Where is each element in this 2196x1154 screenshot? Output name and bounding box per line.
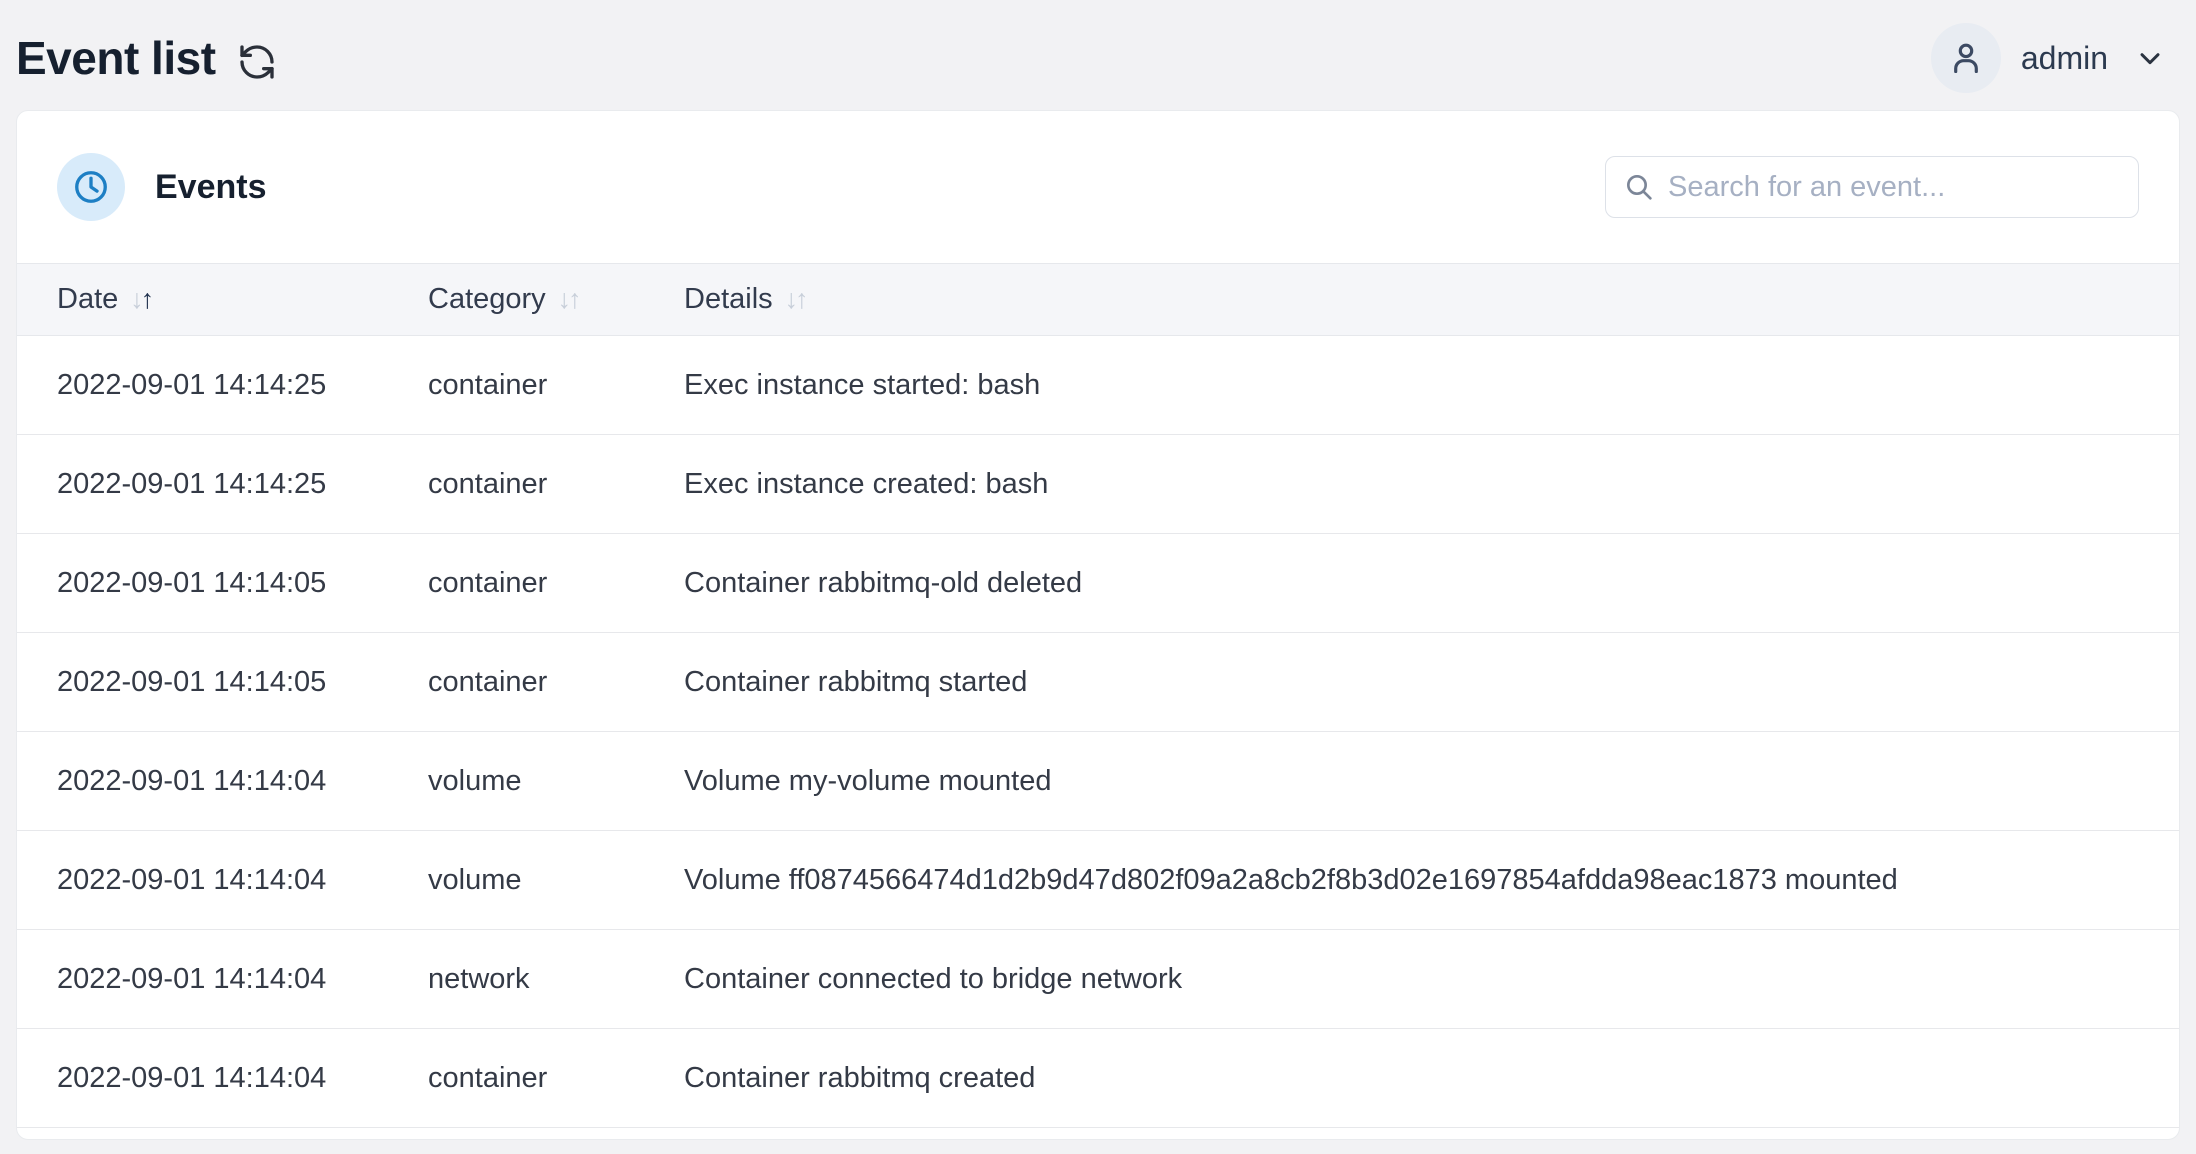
sort-icons: ↓ ↑ bbox=[558, 284, 582, 315]
table-row: 2022-09-01 14:14:04 volume Volume my-vol… bbox=[17, 732, 2179, 831]
table-row: 2022-09-01 14:14:05 container Container … bbox=[17, 633, 2179, 732]
cell-date: 2022-09-01 14:14:04 bbox=[17, 963, 428, 996]
cell-details: Container rabbitmq started bbox=[684, 666, 2179, 699]
cell-category: container bbox=[428, 1062, 684, 1095]
column-header-category[interactable]: Category ↓ ↑ bbox=[428, 283, 684, 316]
cell-category: container bbox=[428, 666, 684, 699]
cell-category: container bbox=[428, 369, 684, 402]
cell-category: volume bbox=[428, 864, 684, 897]
sort-icons: ↓ ↑ bbox=[130, 284, 154, 315]
events-card: Events Date ↓ ↑ Category ↓ ↑ bbox=[16, 110, 2180, 1140]
clock-icon bbox=[72, 168, 110, 206]
cell-date: 2022-09-01 14:14:04 bbox=[17, 1062, 428, 1095]
table-row: 2022-09-01 14:14:04 container Container … bbox=[17, 1029, 2179, 1128]
user-name: admin bbox=[2021, 40, 2108, 77]
cell-category: volume bbox=[428, 765, 684, 798]
cell-date: 2022-09-01 14:14:05 bbox=[17, 567, 428, 600]
cell-category: container bbox=[428, 468, 684, 501]
user-menu[interactable]: admin bbox=[1931, 23, 2166, 93]
refresh-icon bbox=[237, 42, 277, 82]
sort-asc-icon: ↑ bbox=[141, 284, 155, 315]
events-table-body: 2022-09-01 14:14:25 container Exec insta… bbox=[17, 336, 2179, 1128]
avatar bbox=[1931, 23, 2001, 93]
table-row: 2022-09-01 14:14:05 container Container … bbox=[17, 534, 2179, 633]
cell-date: 2022-09-01 14:14:05 bbox=[17, 666, 428, 699]
column-label: Details bbox=[684, 283, 773, 316]
sort-asc-icon: ↑ bbox=[568, 284, 582, 315]
refresh-button[interactable] bbox=[236, 41, 278, 83]
cell-category: container bbox=[428, 567, 684, 600]
page-title: Event list bbox=[16, 31, 216, 85]
cell-category: network bbox=[428, 963, 684, 996]
cell-details: Volume my-volume mounted bbox=[684, 765, 2179, 798]
column-header-details[interactable]: Details ↓ ↑ bbox=[684, 283, 2179, 316]
cell-details: Container rabbitmq-old deleted bbox=[684, 567, 2179, 600]
column-header-date[interactable]: Date ↓ ↑ bbox=[17, 283, 428, 316]
cell-details: Volume ff0874566474d1d2b9d47d802f09a2a8c… bbox=[684, 864, 2179, 897]
cell-details: Exec instance started: bash bbox=[684, 369, 2179, 402]
page-header: Event list admin bbox=[0, 0, 2196, 110]
search-box bbox=[1605, 156, 2139, 218]
table-row: 2022-09-01 14:14:25 container Exec insta… bbox=[17, 336, 2179, 435]
events-card-header: Events bbox=[17, 111, 2179, 263]
card-title: Events bbox=[155, 168, 267, 207]
sort-icons: ↓ ↑ bbox=[785, 284, 809, 315]
cell-details: Exec instance created: bash bbox=[684, 468, 2179, 501]
cell-details: Container rabbitmq created bbox=[684, 1062, 2179, 1095]
chevron-down-icon bbox=[2134, 42, 2166, 74]
cell-date: 2022-09-01 14:14:25 bbox=[17, 369, 428, 402]
table-row: 2022-09-01 14:14:04 volume Volume ff0874… bbox=[17, 831, 2179, 930]
cell-date: 2022-09-01 14:14:04 bbox=[17, 864, 428, 897]
cell-details: Container connected to bridge network bbox=[684, 963, 2179, 996]
user-icon bbox=[1947, 39, 1985, 77]
sort-asc-icon: ↑ bbox=[795, 284, 809, 315]
search-input[interactable] bbox=[1605, 156, 2139, 218]
table-row: 2022-09-01 14:14:25 container Exec insta… bbox=[17, 435, 2179, 534]
cell-date: 2022-09-01 14:14:25 bbox=[17, 468, 428, 501]
column-label: Category bbox=[428, 283, 546, 316]
table-header-row: Date ↓ ↑ Category ↓ ↑ Details ↓ ↑ bbox=[17, 263, 2179, 336]
cell-date: 2022-09-01 14:14:04 bbox=[17, 765, 428, 798]
column-label: Date bbox=[57, 283, 118, 316]
clock-icon-badge bbox=[57, 153, 125, 221]
table-row: 2022-09-01 14:14:04 network Container co… bbox=[17, 930, 2179, 1029]
search-icon bbox=[1623, 171, 1655, 203]
